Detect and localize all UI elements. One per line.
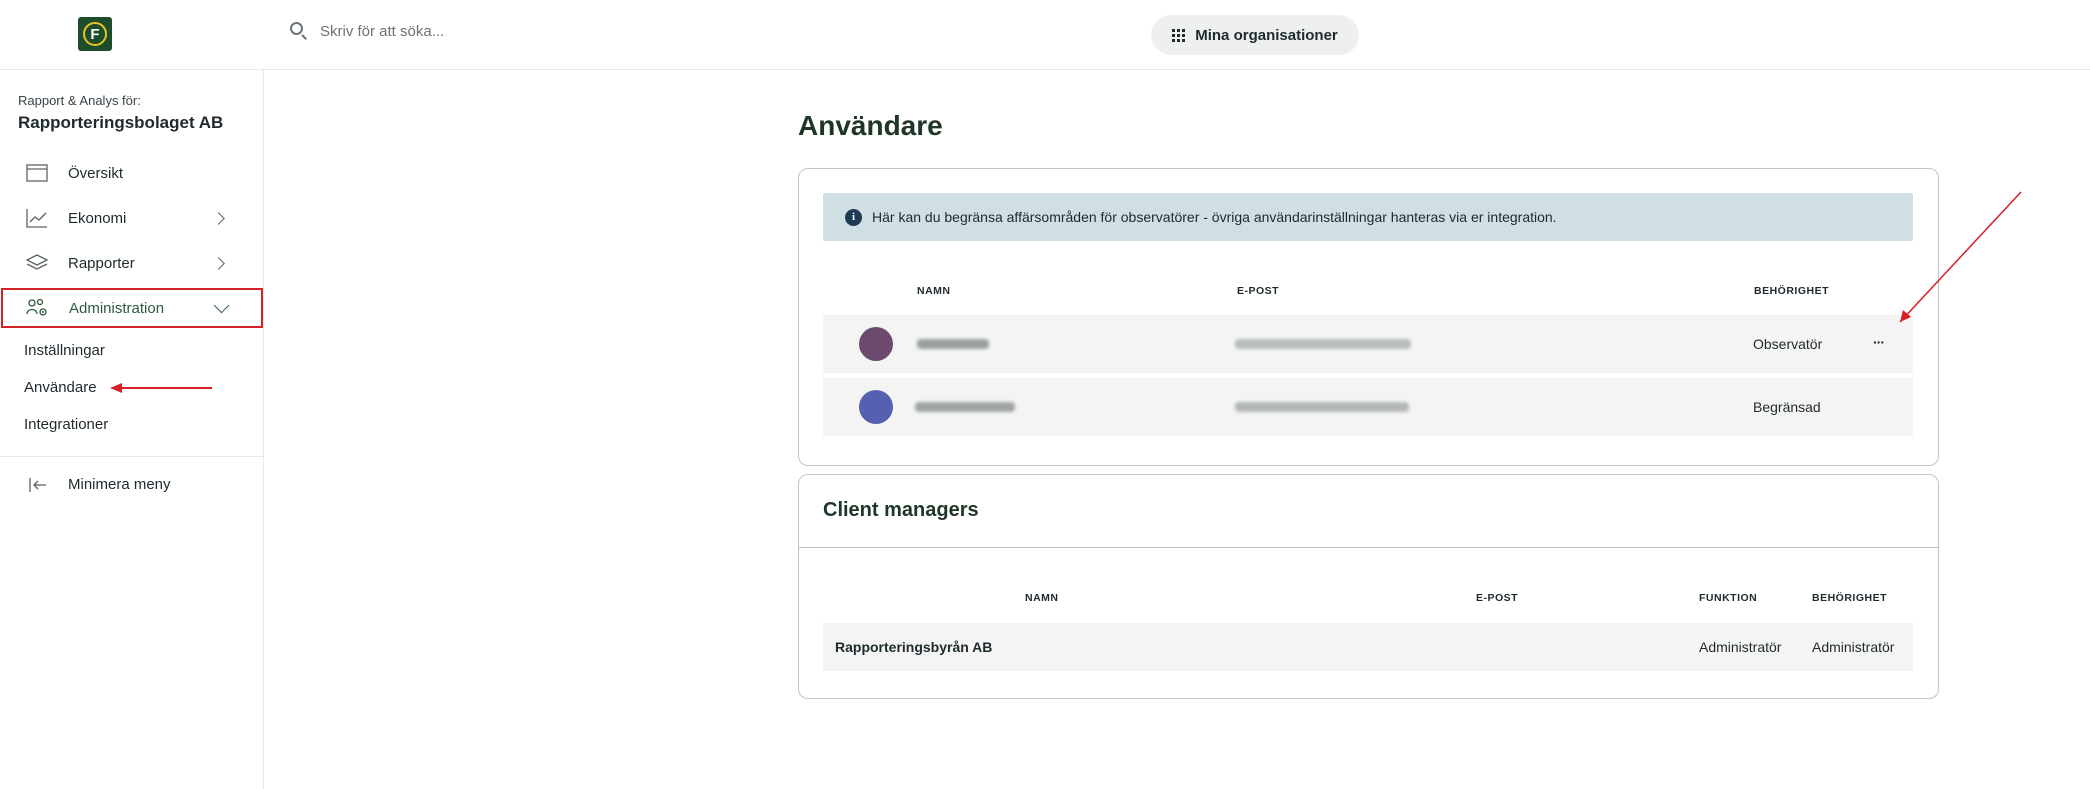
info-banner: i Här kan du begränsa affärsområden för … [823,193,1913,241]
avatar [859,327,893,361]
user-email-redacted [1235,339,1411,349]
users-gear-icon [26,298,47,316]
users-card: i Här kan du begränsa affärsområden för … [798,168,1939,466]
my-organisations-label: Mina organisationer [1195,26,1338,44]
client-manager-name: Rapporteringsbyrån AB [835,639,993,655]
collapse-left-icon [29,478,46,492]
column-header-email: E-POST [1476,592,1519,604]
column-header-email: E-POST [1237,285,1280,297]
chevron-right-icon [212,256,225,270]
sidebar-item-ekonomi[interactable]: Ekonomi [0,196,264,240]
annotation-arrow-users [118,387,212,389]
grid-icon [1172,28,1186,42]
logo-mark: F [83,22,107,46]
layers-icon [26,254,48,270]
user-permission: Begränsad [1753,399,1821,415]
user-name-redacted [915,402,1015,412]
client-managers-heading: Client managers [823,499,979,521]
chart-line-icon [26,209,47,228]
table-row[interactable]: Begränsad [823,378,1913,436]
column-header-permission: BEHÖRIGHET [1812,592,1888,604]
sidebar-item-rapporter[interactable]: Rapporter [0,241,264,285]
table-row[interactable]: Observatör ··· [823,315,1913,373]
app-logo[interactable]: F [78,17,112,51]
avatar [859,390,893,424]
annotation-arrowhead-users [110,383,122,393]
sidebar-item-label: Rapporter [68,254,135,272]
client-managers-card: Client managers NAMN E-POST FUNKTION BEH… [798,474,1939,699]
sidebar-sub-item-installningar[interactable]: Inställningar [24,342,105,359]
sidebar-divider [0,456,264,457]
column-header-function: FUNKTION [1699,592,1758,604]
sidebar: Rapport & Analys för: Rapporteringsbolag… [0,70,264,789]
sidebar-subtitle: Rapport & Analys för: [18,93,141,108]
search-bar[interactable] [290,22,720,40]
table-row[interactable]: Rapporteringsbyrån AB Administratör Admi… [823,623,1913,671]
company-name: Rapporteringsbolaget AB [18,113,224,132]
chevron-right-icon [212,211,225,225]
user-name-redacted [917,339,989,349]
sidebar-sub-item-integrationer[interactable]: Integrationer [24,416,108,433]
column-header-name: NAMN [917,285,951,297]
search-icon [290,22,308,40]
info-icon: i [845,208,862,226]
card-divider [799,547,1938,548]
sidebar-item-label: Ekonomi [68,209,127,227]
sidebar-item-label: Översikt [68,164,124,182]
info-text: Här kan du begränsa affärsområden för ob… [872,209,1557,225]
chevron-down-icon [213,297,230,314]
user-email-redacted [1235,402,1409,412]
minimize-menu-button[interactable]: Minimera meny [0,463,264,507]
sidebar-item-oversikt[interactable]: Översikt [0,151,264,195]
minimize-menu-label: Minimera meny [68,476,171,493]
sidebar-sub-item-anvandare[interactable]: Användare [24,379,97,396]
user-permission: Observatör [1753,336,1823,352]
top-bar: F Mina organisationer [0,0,2090,70]
page-title: Användare [798,110,943,141]
annotation-arrow-more-options [1899,191,2022,323]
sidebar-item-label: Administration [69,299,165,317]
window-icon [26,164,48,182]
client-manager-permission: Administratör [1812,639,1895,655]
sidebar-item-administration[interactable]: Administration [1,288,263,328]
my-organisations-button[interactable]: Mina organisationer [1151,15,1359,55]
row-more-options-button[interactable]: ··· [1873,334,1885,350]
search-input[interactable] [320,22,720,40]
column-header-permission: BEHÖRIGHET [1754,285,1830,297]
client-manager-function: Administratör [1699,639,1782,655]
column-header-name: NAMN [1025,592,1059,604]
